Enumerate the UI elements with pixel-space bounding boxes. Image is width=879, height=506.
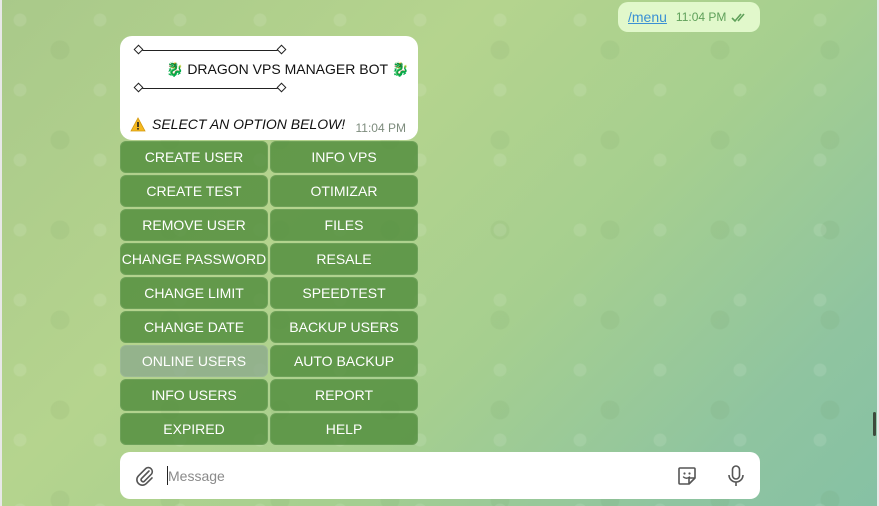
warning-icon bbox=[130, 116, 146, 131]
speedtest-button[interactable]: SPEEDTEST bbox=[270, 277, 418, 309]
change-date-button[interactable]: CHANGE DATE bbox=[120, 311, 268, 343]
keyboard-row: CHANGE DATE BACKUP USERS bbox=[120, 311, 418, 343]
window-border-left bbox=[0, 0, 2, 506]
paperclip-icon[interactable] bbox=[134, 465, 156, 487]
info-users-button[interactable]: INFO USERS bbox=[120, 379, 268, 411]
otimizar-button[interactable]: OTIMIZAR bbox=[270, 175, 418, 207]
create-test-button[interactable]: CREATE TEST bbox=[120, 175, 268, 207]
help-button[interactable]: HELP bbox=[270, 413, 418, 445]
inline-keyboard: CREATE USER INFO VPS CREATE TEST OTIMIZA… bbox=[120, 141, 418, 447]
scrollbar-thumb[interactable] bbox=[873, 412, 876, 436]
report-button[interactable]: REPORT bbox=[270, 379, 418, 411]
keyboard-row: REMOVE USER FILES bbox=[120, 209, 418, 241]
auto-backup-button[interactable]: AUTO BACKUP bbox=[270, 345, 418, 377]
decorative-divider-bottom bbox=[133, 82, 287, 93]
keyboard-row: CHANGE LIMIT SPEEDTEST bbox=[120, 277, 418, 309]
bot-prompt: SELECT AN OPTION BELOW! bbox=[130, 116, 345, 132]
expired-button[interactable]: EXPIRED bbox=[120, 413, 268, 445]
resale-button[interactable]: RESALE bbox=[270, 243, 418, 275]
keyboard-row: CREATE TEST OTIMIZAR bbox=[120, 175, 418, 207]
change-limit-button[interactable]: CHANGE LIMIT bbox=[120, 277, 268, 309]
message-composer bbox=[120, 452, 760, 499]
decorative-divider-top bbox=[133, 44, 287, 55]
create-user-button[interactable]: CREATE USER bbox=[120, 141, 268, 173]
command-link[interactable]: /menu bbox=[628, 9, 667, 25]
keyboard-row: CREATE USER INFO VPS bbox=[120, 141, 418, 173]
sticker-icon[interactable] bbox=[676, 465, 698, 487]
message-time: 11:04 PM bbox=[355, 121, 406, 135]
keyboard-row: INFO USERS REPORT bbox=[120, 379, 418, 411]
outgoing-message: /menu 11:04 PM bbox=[618, 2, 760, 32]
keyboard-row: CHANGE PASSWORD RESALE bbox=[120, 243, 418, 275]
double-check-icon bbox=[731, 13, 746, 23]
change-password-button[interactable]: CHANGE PASSWORD bbox=[120, 243, 268, 275]
files-button[interactable]: FILES bbox=[270, 209, 418, 241]
remove-user-button[interactable]: REMOVE USER bbox=[120, 209, 268, 241]
info-vps-button[interactable]: INFO VPS bbox=[270, 141, 418, 173]
microphone-icon[interactable] bbox=[725, 464, 747, 488]
backup-users-button[interactable]: BACKUP USERS bbox=[270, 311, 418, 343]
bot-message: 🐉 DRAGON VPS MANAGER BOT 🐉 SELECT AN OPT… bbox=[120, 36, 418, 140]
prompt-text: SELECT AN OPTION BELOW! bbox=[152, 116, 346, 132]
bot-title: 🐉 DRAGON VPS MANAGER BOT 🐉 bbox=[166, 61, 410, 77]
online-users-button[interactable]: ONLINE USERS bbox=[120, 345, 268, 377]
keyboard-row: EXPIRED HELP bbox=[120, 413, 418, 445]
message-time: 11:04 PM bbox=[675, 10, 727, 24]
keyboard-row: ONLINE USERS AUTO BACKUP bbox=[120, 345, 418, 377]
message-input[interactable] bbox=[168, 460, 658, 491]
